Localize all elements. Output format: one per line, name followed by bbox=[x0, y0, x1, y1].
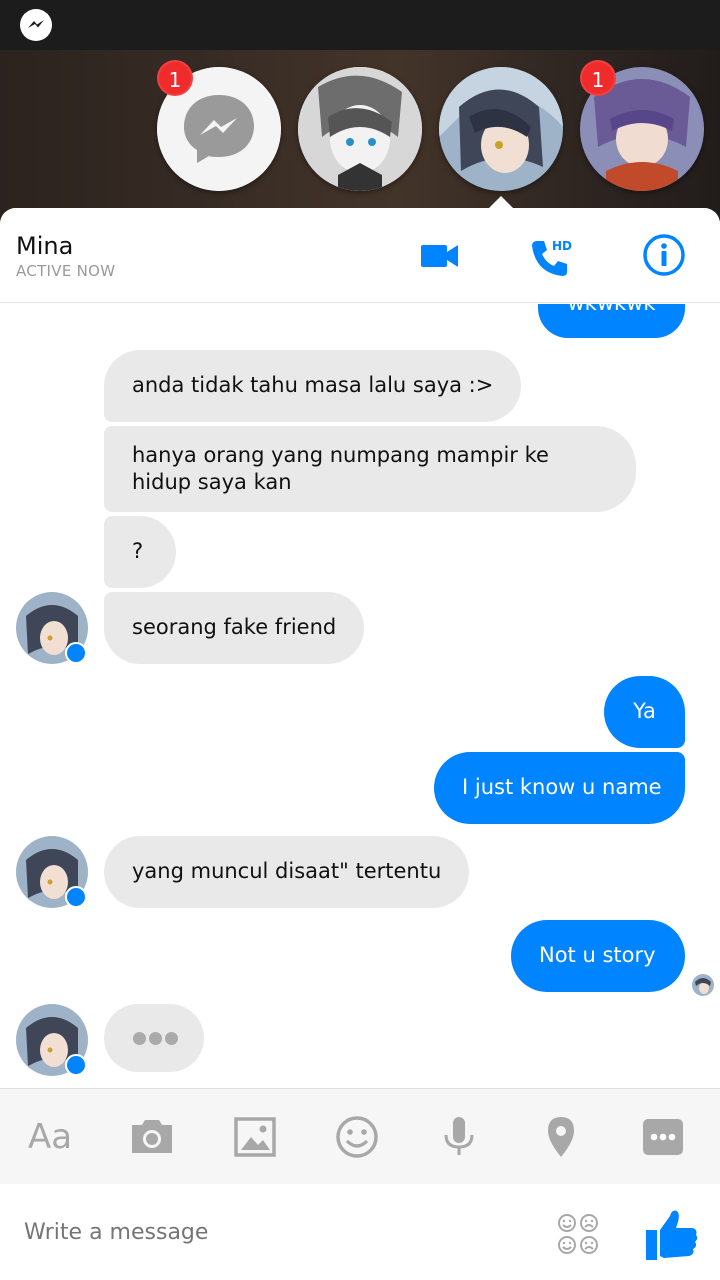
messenger-logo-icon bbox=[20, 9, 52, 41]
typing-dot bbox=[149, 1032, 162, 1045]
message-outgoing[interactable]: I just know u name bbox=[434, 752, 685, 824]
message-line: hanya orang yang numpang mampir ke bbox=[132, 443, 549, 467]
text-format-button[interactable]: Aa bbox=[28, 1117, 72, 1157]
seen-avatar bbox=[692, 974, 714, 996]
message-list[interactable]: wkwkwk anda tidak tahu masa lalu saya :>… bbox=[0, 304, 720, 1088]
messenger-head-badge: 1 bbox=[157, 60, 193, 96]
active-status: ACTIVE NOW bbox=[16, 262, 116, 280]
message-line: hidup saya kan bbox=[132, 470, 292, 494]
emoji-icon[interactable] bbox=[333, 1113, 381, 1161]
messenger-badge-icon bbox=[65, 642, 87, 664]
status-bar bbox=[0, 0, 720, 50]
phone-hd-button[interactable]: HD bbox=[528, 233, 578, 277]
gallery-icon[interactable] bbox=[231, 1113, 279, 1161]
contact-name: Mina bbox=[16, 232, 74, 260]
message-outgoing[interactable]: Not u story bbox=[511, 920, 685, 992]
message-incoming[interactable]: seorang fake friend bbox=[104, 592, 365, 664]
message-incoming[interactable]: ? bbox=[104, 516, 176, 588]
mina-avatar-icon bbox=[692, 974, 714, 996]
message-input[interactable] bbox=[16, 1202, 536, 1262]
contact-chat-head-mina[interactable] bbox=[439, 67, 563, 191]
message-incoming[interactable]: anda tidak tahu masa lalu saya :> bbox=[104, 350, 522, 422]
contact-chat-head-2[interactable] bbox=[298, 67, 422, 191]
video-camera-icon[interactable] bbox=[418, 233, 462, 277]
typing-dot bbox=[133, 1032, 146, 1045]
composer-toolbar: Aa bbox=[0, 1088, 720, 1184]
contact-avatar-icon bbox=[298, 67, 422, 191]
messenger-badge-icon bbox=[65, 886, 87, 908]
info-icon[interactable] bbox=[642, 233, 686, 277]
message-incoming[interactable]: hanya orang yang numpang mampir ke hidup… bbox=[104, 426, 636, 512]
more-icon[interactable] bbox=[639, 1113, 687, 1161]
contact-head-4-badge: 1 bbox=[580, 60, 616, 96]
hd-label: HD bbox=[552, 239, 573, 253]
mina-avatar-icon bbox=[439, 67, 563, 191]
like-thumb-icon[interactable] bbox=[644, 1206, 700, 1262]
typing-dot bbox=[165, 1032, 178, 1045]
message-outgoing[interactable]: Ya bbox=[604, 676, 685, 748]
chat-header: Mina ACTIVE NOW HD bbox=[0, 208, 720, 303]
microphone-icon[interactable] bbox=[435, 1113, 483, 1161]
stickers-icon[interactable] bbox=[556, 1212, 600, 1256]
location-icon[interactable] bbox=[537, 1113, 585, 1161]
chat-panel: Mina ACTIVE NOW HD wkwkwk anda tidak tah… bbox=[0, 208, 720, 1280]
message-incoming[interactable]: yang muncul disaat" tertentu bbox=[104, 836, 470, 908]
message-composer bbox=[0, 1184, 720, 1280]
camera-icon[interactable] bbox=[128, 1113, 176, 1161]
message-outgoing[interactable]: wkwkwk bbox=[538, 304, 685, 338]
messenger-badge-icon bbox=[65, 1054, 87, 1076]
